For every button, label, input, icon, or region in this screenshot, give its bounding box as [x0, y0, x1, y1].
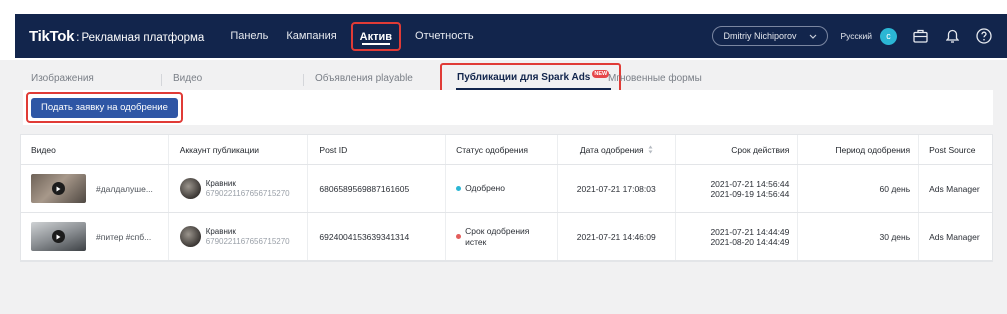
- validity-cell: 2021-07-21 14:56:44 2021-09-19 14:56:44: [676, 165, 799, 212]
- video-cell: #далдалуше...: [21, 165, 169, 212]
- tab-instant-forms[interactable]: Мгновенные формы: [608, 73, 702, 84]
- posts-table: Видео Аккаунт публикации Post ID Статус …: [20, 134, 993, 262]
- validity-cell: 2021-07-21 14:44:49 2021-08-20 14:44:49: [676, 213, 799, 260]
- submit-highlight: Подать заявку на одобрение: [26, 92, 183, 123]
- video-thumbnail[interactable]: [31, 174, 86, 203]
- account-name: Кравник: [205, 178, 236, 188]
- post-source: Ads Manager: [929, 183, 980, 194]
- col-approval-date-label: Дата одобрения: [579, 144, 644, 155]
- status-cell: Срок одобрения истек: [446, 213, 558, 260]
- col-video: Видео: [21, 135, 169, 164]
- tab-divider: [161, 74, 162, 86]
- table-header: Видео Аккаунт публикации Post ID Статус …: [21, 135, 992, 165]
- tab-images[interactable]: Изображения: [31, 73, 94, 84]
- post-id: 6806589569887161605: [308, 165, 447, 212]
- top-area: TikTok : Рекламная платформа Панель Камп…: [0, 0, 1007, 60]
- account-id: 6790221167656715270: [205, 188, 290, 198]
- status-dot: [456, 234, 462, 239]
- submit-for-approval-button[interactable]: Подать заявку на одобрение: [31, 97, 178, 118]
- account-id: 6790221167656715270: [205, 236, 290, 246]
- status-dot: [456, 186, 462, 191]
- post-source: Ads Manager: [929, 231, 980, 242]
- action-bar: Подать заявку на одобрение: [23, 90, 993, 125]
- col-approval-date[interactable]: Дата одобрения: [558, 135, 676, 164]
- approval-period: 30 день: [798, 213, 920, 260]
- new-badge: NEW: [592, 70, 610, 78]
- play-icon[interactable]: [52, 230, 65, 243]
- account-selector[interactable]: Dmitriy Nichiporov: [712, 26, 829, 46]
- nav-dashboard[interactable]: Панель: [230, 30, 268, 42]
- valid-from: 2021-07-21 14:44:49: [710, 226, 790, 237]
- navbar-right: Dmitriy Nichiporov Русский c: [712, 14, 1007, 58]
- tab-playable[interactable]: Объявления playable: [315, 73, 413, 84]
- tab-divider: [303, 74, 304, 86]
- col-approval-period: Период одобрения: [798, 135, 920, 164]
- active-underline: [361, 42, 391, 45]
- help-icon[interactable]: [975, 27, 993, 45]
- briefcase-icon[interactable]: [911, 27, 929, 45]
- account-cell: Кравник 6790221167656715270: [169, 213, 309, 260]
- video-cell: #питер #спб...: [21, 213, 169, 260]
- sort-icon[interactable]: [648, 145, 653, 154]
- play-icon[interactable]: [52, 182, 65, 195]
- account-name: Dmitriy Nichiporov: [723, 31, 797, 41]
- post-id: 6924004153639341314: [308, 213, 447, 260]
- language-selector[interactable]: Русский: [840, 31, 872, 41]
- table-row[interactable]: #питер #спб... Кравник 67902211676567152…: [21, 213, 992, 261]
- asset-tabs: Изображения Видео Объявления playable Пу…: [23, 63, 993, 93]
- valid-to: 2021-09-19 14:56:44: [710, 188, 790, 199]
- status-cell: Одобрено: [446, 165, 558, 212]
- navbar: TikTok : Рекламная платформа Панель Камп…: [15, 14, 1007, 58]
- approval-date: 2021-07-21 14:46:09: [558, 213, 676, 260]
- account-name: Кравник: [205, 226, 236, 236]
- video-title[interactable]: #далдалуше...: [96, 184, 153, 194]
- tab-spark-ads[interactable]: Публикации для Spark Ads NEW: [440, 63, 622, 93]
- logo-separator: :: [76, 29, 80, 44]
- valid-to: 2021-08-20 14:44:49: [710, 236, 790, 247]
- table-row[interactable]: #далдалуше... Кравник 679022116765671527…: [21, 165, 992, 213]
- col-status: Статус одобрения: [446, 135, 558, 164]
- nav-campaign[interactable]: Кампания: [286, 30, 336, 42]
- account-cell: Кравник 6790221167656715270: [169, 165, 309, 212]
- video-title[interactable]: #питер #спб...: [96, 232, 151, 242]
- logo-subtitle: Рекламная платформа: [81, 31, 205, 44]
- valid-from: 2021-07-21 14:56:44: [710, 178, 790, 189]
- col-account: Аккаунт публикации: [169, 135, 309, 164]
- video-thumbnail[interactable]: [31, 222, 86, 251]
- account-avatar: [179, 178, 201, 199]
- nav-assets[interactable]: Актив: [350, 21, 402, 51]
- col-post-source: Post Source: [929, 144, 976, 155]
- bell-icon[interactable]: [943, 27, 961, 45]
- tab-video[interactable]: Видео: [173, 73, 202, 84]
- chevron-down-icon: [809, 31, 817, 41]
- user-avatar[interactable]: c: [880, 27, 897, 45]
- approval-period: 60 день: [798, 165, 920, 212]
- account-avatar: [179, 226, 201, 247]
- col-validity: Срок действия: [676, 135, 799, 164]
- nav-assets-label: Актив: [359, 30, 393, 43]
- nav-reporting[interactable]: Отчетность: [415, 30, 474, 42]
- logo[interactable]: TikTok : Рекламная платформа: [29, 28, 204, 45]
- status-text: Одобрено: [465, 183, 505, 193]
- status-text: Срок одобрения истек: [465, 225, 530, 247]
- col-post-id: Post ID: [308, 135, 447, 164]
- logo-brand: TikTok: [29, 27, 75, 45]
- approval-date: 2021-07-21 17:08:03: [558, 165, 676, 212]
- tab-spark-ads-label: Публикации для Spark Ads: [457, 72, 591, 83]
- main-nav: Панель Кампания Актив Отчетность: [230, 14, 491, 58]
